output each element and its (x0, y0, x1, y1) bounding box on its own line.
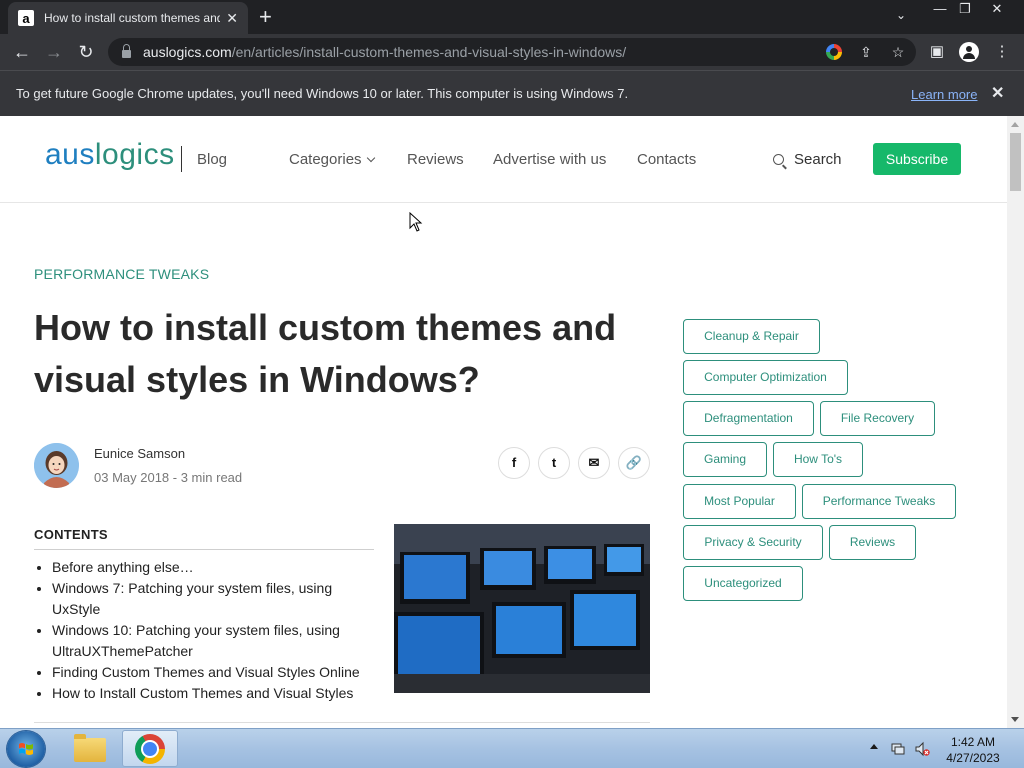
update-infobar: To get future Google Chrome updates, you… (0, 70, 1024, 116)
nav-contacts[interactable]: Contacts (637, 151, 696, 168)
auslogics-logo[interactable]: auslogics (45, 138, 175, 172)
email-share-icon[interactable]: ✉ (578, 447, 610, 479)
tag-gaming[interactable]: Gaming (683, 442, 767, 477)
infobar-message: To get future Google Chrome updates, you… (16, 86, 629, 101)
article-meta: 03 May 2018 - 3 min read (94, 470, 243, 485)
article-hero-image (394, 524, 650, 693)
author-name[interactable]: Eunice Samson (94, 446, 185, 461)
explorer-taskbar-button[interactable] (62, 730, 118, 767)
tag-most-popular[interactable]: Most Popular (683, 484, 796, 519)
toc-item[interactable]: Windows 7: Patching your system files, u… (52, 578, 372, 620)
tag-computer-optimization[interactable]: Computer Optimization (683, 360, 848, 395)
close-window-button[interactable]: ✕ (982, 0, 1012, 20)
page-viewport: auslogics Blog Categories Reviews Advert… (0, 116, 1024, 728)
network-icon[interactable] (890, 741, 906, 757)
twitter-share-icon[interactable]: t (538, 447, 570, 479)
blog-link[interactable]: Blog (197, 151, 227, 168)
toc-item[interactable]: Windows 10: Patching your system files, … (52, 620, 372, 662)
article-title: How to install custom themes and visual … (34, 307, 617, 400)
tag-defragmentation[interactable]: Defragmentation (683, 401, 814, 436)
restore-button[interactable]: ❐ (950, 0, 980, 20)
back-icon[interactable]: ← (10, 40, 34, 64)
search-icon (773, 154, 784, 165)
copy-link-icon[interactable]: 🔗 (618, 447, 650, 479)
tag-uncategorized[interactable]: Uncategorized (683, 566, 803, 601)
learn-more-link[interactable]: Learn more (911, 87, 977, 102)
share-icon[interactable]: ⇪ (858, 44, 874, 60)
show-hidden-icons-icon[interactable] (870, 744, 878, 749)
logo-divider (181, 146, 182, 172)
url-text[interactable]: auslogics.com/en/articles/install-custom… (143, 44, 626, 60)
facebook-share-icon[interactable]: f (498, 447, 530, 479)
lock-icon[interactable] (122, 44, 131, 58)
page-scrollbar[interactable] (1007, 116, 1024, 728)
table-of-contents: Before anything else… Windows 7: Patchin… (52, 557, 372, 704)
folder-icon (74, 734, 106, 762)
browser-toolbar: ← → ↻ auslogics.com/en/articles/install-… (0, 34, 1024, 70)
system-clock[interactable]: 1:42 AM 4/27/2023 (940, 734, 1006, 766)
clock-time: 1:42 AM (950, 735, 996, 749)
site-header: auslogics Blog Categories Reviews Advert… (0, 116, 1007, 203)
contents-heading: CONTENTS (34, 527, 108, 542)
chrome-icon (135, 734, 165, 764)
windows-taskbar: 1:42 AM 4/27/2023 (0, 728, 1024, 768)
profile-icon[interactable] (959, 42, 979, 62)
tag-privacy-security[interactable]: Privacy & Security (683, 525, 823, 560)
tag-performance-tweaks[interactable]: Performance Tweaks (802, 484, 956, 519)
tab-search-icon[interactable]: ⌄ (896, 8, 906, 22)
scroll-down-icon[interactable] (1011, 717, 1019, 722)
toc-item[interactable]: Finding Custom Themes and Visual Styles … (52, 662, 372, 683)
new-tab-button[interactable]: + (259, 4, 272, 30)
google-lens-icon[interactable] (826, 44, 842, 60)
start-button[interactable] (7, 731, 45, 767)
forward-icon[interactable]: → (42, 40, 66, 64)
author-avatar[interactable] (34, 443, 79, 488)
site-favicon-icon: a (18, 10, 34, 26)
browser-tab[interactable]: a How to install custom themes and visua… (8, 2, 248, 34)
scroll-up-icon[interactable] (1011, 122, 1019, 127)
clock-date: 4/27/2023 (946, 751, 1000, 765)
tab-strip: a How to install custom themes and visua… (0, 0, 1024, 34)
tab-close-icon[interactable]: ✕ (226, 10, 238, 27)
tag-reviews[interactable]: Reviews (829, 525, 916, 560)
subscribe-button[interactable]: Subscribe (873, 143, 961, 175)
windows-logo-icon (19, 743, 33, 755)
bookmark-star-icon[interactable]: ☆ (890, 44, 906, 60)
search-button[interactable]: Search (773, 151, 842, 168)
article-category[interactable]: PERFORMANCE TWEAKS (34, 266, 209, 282)
chevron-down-icon (366, 153, 375, 163)
tag-file-recovery[interactable]: File Recovery (820, 401, 935, 436)
side-panel-icon[interactable]: ▣ (927, 42, 947, 62)
toc-item[interactable]: Before anything else… (52, 557, 372, 578)
volume-muted-icon[interactable] (914, 741, 930, 757)
infobar-close-icon[interactable]: ✕ (991, 83, 1004, 103)
chrome-taskbar-button[interactable] (122, 730, 178, 767)
scroll-thumb[interactable] (1010, 133, 1021, 191)
reload-icon[interactable]: ↻ (74, 40, 98, 64)
section-divider (34, 722, 650, 723)
chrome-menu-icon[interactable]: ⋮ (992, 42, 1012, 62)
mouse-cursor-icon (409, 212, 423, 232)
address-bar[interactable]: auslogics.com/en/articles/install-custom… (108, 38, 916, 66)
tab-title: How to install custom themes and visual … (44, 11, 220, 25)
nav-advertise[interactable]: Advertise with us (493, 151, 606, 168)
toc-item[interactable]: How to Install Custom Themes and Visual … (52, 683, 372, 704)
nav-categories[interactable]: Categories (289, 151, 375, 168)
tag-cleanup-repair[interactable]: Cleanup & Repair (683, 319, 820, 354)
tag-how-tos[interactable]: How To's (773, 442, 863, 477)
nav-reviews[interactable]: Reviews (407, 151, 464, 168)
contents-divider (34, 549, 374, 550)
